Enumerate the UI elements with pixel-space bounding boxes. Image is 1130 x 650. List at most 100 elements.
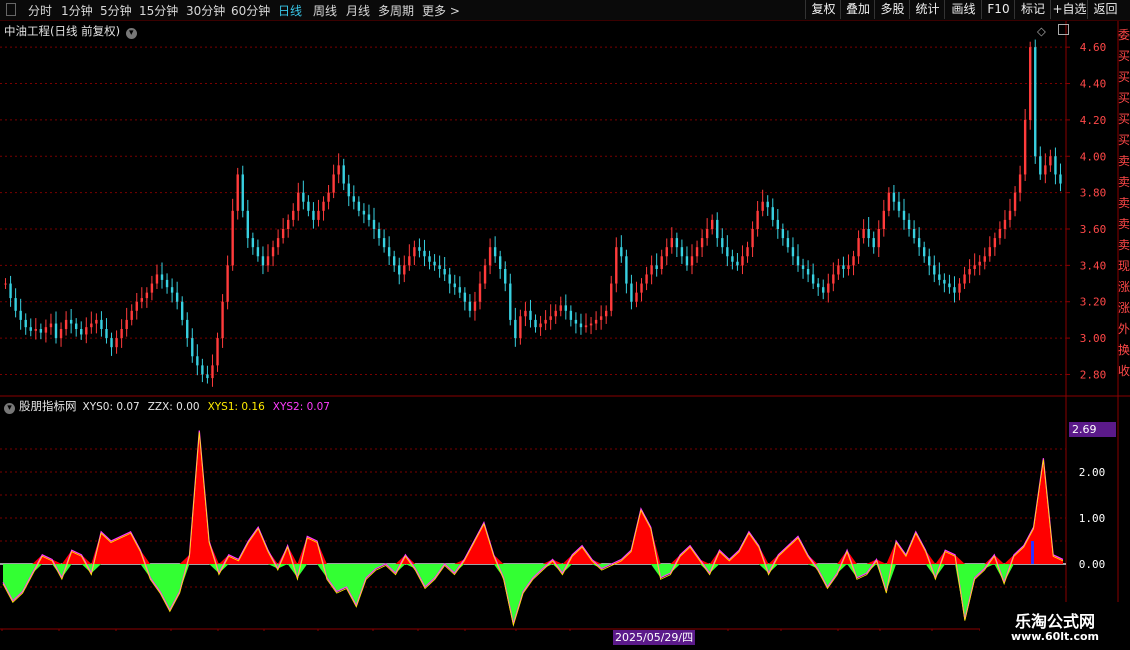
candle-body bbox=[1018, 174, 1022, 193]
candle-body bbox=[529, 310, 532, 320]
toolbar-button-0[interactable]: 复权 bbox=[805, 0, 841, 19]
candle-body bbox=[700, 238, 704, 248]
candle-body bbox=[650, 265, 653, 275]
candle-body bbox=[59, 329, 63, 339]
candle-body bbox=[165, 279, 169, 288]
candle-body bbox=[332, 174, 335, 193]
toolbar-grip-icon[interactable] bbox=[6, 3, 16, 16]
indicator-title[interactable]: ▾ 股朋指标网 XYS0: 0.07 ZZX: 0.00 XYS1: 0.16 XYS2:… bbox=[4, 398, 338, 414]
candle-body bbox=[180, 301, 184, 320]
candle-body bbox=[286, 219, 290, 229]
toolbar-button-5[interactable]: F10 bbox=[981, 0, 1015, 19]
toolbar-button-2[interactable]: 多股 bbox=[874, 0, 910, 19]
watermark-title: 乐淘公式网 bbox=[1014, 612, 1095, 631]
candle-body bbox=[95, 319, 98, 324]
candle-body bbox=[468, 301, 472, 311]
candle-body bbox=[175, 292, 179, 302]
price-tick-label: 4.60 bbox=[1080, 41, 1107, 54]
toolbar-button-3[interactable]: 统计 bbox=[909, 0, 945, 19]
candle-body bbox=[811, 274, 815, 284]
toolbar-button-6[interactable]: 标记 bbox=[1014, 0, 1051, 19]
candle-body bbox=[9, 283, 12, 299]
candle-body bbox=[922, 247, 926, 257]
candle-body bbox=[398, 265, 401, 275]
candle-body bbox=[761, 201, 764, 211]
candle-body bbox=[645, 274, 648, 284]
candle-body bbox=[392, 256, 396, 266]
candle-body bbox=[837, 265, 840, 275]
indicator-value-1: ZZX: 0.00 bbox=[147, 401, 200, 413]
period-tab-2[interactable]: 5分钟 bbox=[100, 2, 132, 19]
candle-body bbox=[327, 192, 330, 202]
candle-body bbox=[579, 323, 583, 328]
candle-body bbox=[721, 238, 724, 248]
period-tab-10[interactable]: 更多 > bbox=[422, 2, 460, 19]
side-panel-label: 买 bbox=[1118, 133, 1130, 147]
candle-body bbox=[221, 301, 224, 339]
candle-body bbox=[504, 269, 507, 284]
period-tab-6[interactable]: 日线 bbox=[278, 2, 302, 19]
candle-body bbox=[488, 247, 492, 266]
candle-body bbox=[857, 238, 860, 257]
candle-body bbox=[877, 229, 880, 248]
toolbar-button-8[interactable]: 返回 bbox=[1087, 0, 1123, 19]
candle-body bbox=[564, 305, 568, 311]
period-tab-0[interactable]: 分时 bbox=[28, 2, 52, 19]
candle-body bbox=[418, 247, 421, 251]
candle-body bbox=[726, 247, 729, 257]
candle-body bbox=[998, 229, 1002, 239]
candle-body bbox=[1059, 174, 1062, 184]
price-tick-label: 4.40 bbox=[1080, 78, 1107, 91]
toolbar-button-1[interactable]: 叠加 bbox=[840, 0, 875, 19]
side-panel-label: 卖 bbox=[1118, 175, 1130, 189]
window-toggle-icon[interactable] bbox=[1057, 24, 1069, 35]
chevron-down-icon[interactable]: ▾ bbox=[4, 403, 15, 414]
candle-body bbox=[594, 319, 598, 324]
candle-body bbox=[847, 265, 850, 269]
side-panel-label: 外 bbox=[1118, 322, 1130, 336]
side-panel-label: 委 bbox=[1118, 28, 1130, 42]
candle-body bbox=[211, 365, 214, 379]
candle-body bbox=[433, 261, 436, 266]
candle-body bbox=[958, 283, 961, 293]
toolbar-button-4[interactable]: 画线 bbox=[944, 0, 982, 19]
period-tab-1[interactable]: 1分钟 bbox=[61, 2, 93, 19]
candle-body bbox=[110, 338, 113, 348]
toolbar-button-7[interactable]: +自选 bbox=[1050, 0, 1088, 19]
period-tab-3[interactable]: 15分钟 bbox=[139, 2, 178, 19]
candle-body bbox=[781, 229, 785, 239]
side-panel-label: 买 bbox=[1118, 49, 1130, 63]
period-tab-7[interactable]: 周线 bbox=[313, 2, 337, 19]
candle-body bbox=[993, 238, 997, 248]
side-panel-label: 卖 bbox=[1118, 238, 1130, 252]
candle-body bbox=[206, 374, 209, 379]
period-tab-4[interactable]: 30分钟 bbox=[186, 2, 225, 19]
candle-body bbox=[297, 192, 300, 211]
candle-body bbox=[983, 256, 986, 262]
candle-body bbox=[135, 301, 138, 311]
candle-body bbox=[665, 247, 668, 257]
chevron-down-icon[interactable]: ▾ bbox=[125, 28, 137, 39]
candle-body bbox=[968, 269, 971, 275]
candle-body bbox=[29, 327, 32, 331]
candle-body bbox=[660, 256, 663, 269]
candle-body bbox=[801, 265, 805, 269]
diamond-icon[interactable]: ◇ bbox=[1037, 24, 1046, 38]
candle-body bbox=[493, 247, 497, 257]
period-tab-9[interactable]: 多周期 bbox=[378, 2, 414, 19]
candle-body bbox=[413, 247, 416, 257]
candle-body bbox=[736, 261, 739, 266]
cursor-date-label: 2025/05/29/四 bbox=[613, 630, 696, 645]
candle-body bbox=[1054, 156, 1057, 175]
candle-body bbox=[408, 256, 411, 266]
candle-body bbox=[892, 192, 896, 202]
candle-body bbox=[675, 238, 679, 248]
chart-canvas[interactable]: 4.60 4.40 4.20 4.00 3.80 3.60 3.40 3.20 3.00 2.80… bbox=[0, 21, 1130, 631]
period-tab-5[interactable]: 60分钟 bbox=[231, 2, 270, 19]
security-title[interactable]: 中油工程(日线 前复权) ▾ bbox=[4, 23, 137, 39]
indicator-value-0: XYS0: 0.07 bbox=[82, 401, 140, 413]
chart-area[interactable]: 4.60 4.40 4.20 4.00 3.80 3.60 3.40 3.20 3.00 2.80… bbox=[0, 21, 1130, 631]
period-toolbar: 分时 1分钟 5分钟 15分钟 30分钟 60分钟 日线 周线 月线 多周期 更多 > 复权 叠加 多股统… bbox=[0, 0, 1130, 21]
period-tab-8[interactable]: 月线 bbox=[346, 2, 370, 19]
candle-body bbox=[170, 287, 174, 293]
